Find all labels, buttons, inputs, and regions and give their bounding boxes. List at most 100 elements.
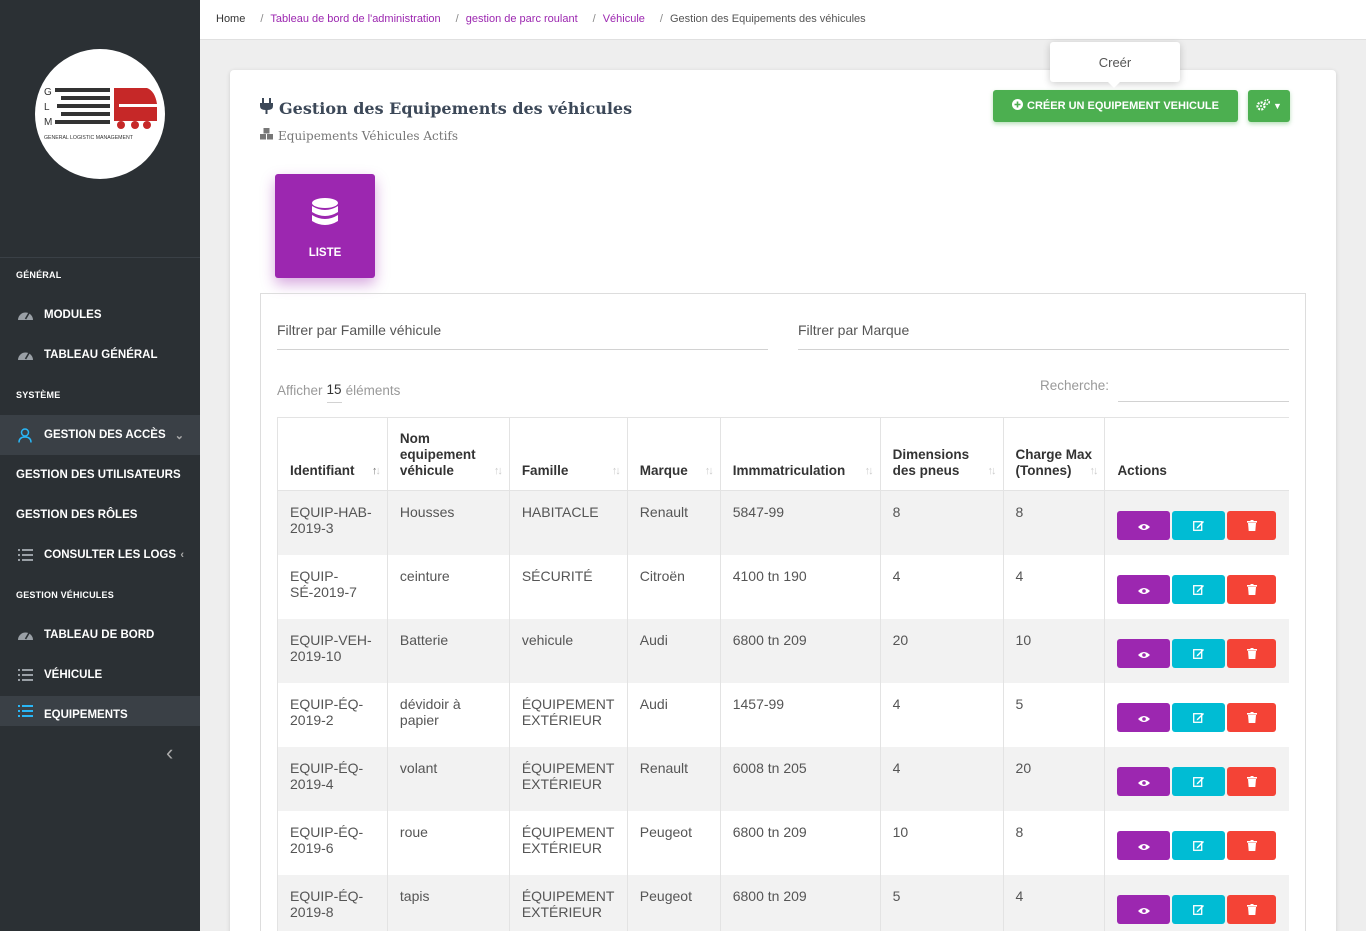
edit-icon	[1193, 518, 1205, 534]
delete-button[interactable]	[1227, 895, 1277, 924]
table-body: EQUIP-HAB-2019-3 Housses HABITACLE Renault 5…	[277, 490, 1289, 931]
cell-famille: ÉQUIPEMENT EXTÉRIEUR	[508, 874, 628, 931]
sidebar-item-label: EQUIPEMENTS	[44, 709, 128, 721]
edit-button[interactable]	[1172, 511, 1226, 541]
sidebar-section-systeme: SYSTÈME	[16, 390, 61, 400]
sidebar-item-vehicule[interactable]: VÉHICULE	[0, 655, 200, 695]
cell-identifiant: EQUIP-ÉQ-2019-6	[277, 810, 388, 875]
column-header-label: Dimensions des pneus	[892, 447, 970, 478]
delete-button[interactable]	[1227, 575, 1277, 604]
column-header-immatriculation[interactable]: Immmatriculation ↑↓	[719, 417, 881, 491]
view-button[interactable]	[1117, 575, 1171, 604]
sidebar-item-tableau-de-bord[interactable]: TABLEAU DE BORD	[0, 615, 200, 655]
column-header-charge[interactable]: Charge Max (Tonnes) ↑↓	[1002, 417, 1105, 491]
show-prefix: Afficher	[277, 382, 323, 398]
filter-marque-select[interactable]: Filtrer par Marque	[798, 322, 1289, 350]
sidebar-item-consulter-logs[interactable]: CONSULTER LES LOGS ‹	[0, 535, 200, 575]
cell-charge: 8	[1002, 490, 1105, 555]
list-icon	[16, 702, 34, 720]
cell-charge: 20	[1002, 746, 1105, 811]
sort-icon: ↑↓	[987, 465, 997, 477]
page-title: Gestion des Equipements des véhicules	[260, 98, 632, 118]
edit-icon	[1193, 582, 1205, 598]
sidebar-item-tableau-general[interactable]: TABLEAU GÉNÉRAL	[0, 335, 200, 375]
database-icon	[311, 198, 339, 235]
breadcrumb-vehicule[interactable]: Véhicule	[603, 13, 645, 25]
breadcrumb-parc[interactable]: gestion de parc roulant	[466, 13, 578, 25]
edit-button[interactable]	[1172, 575, 1226, 604]
edit-icon	[1193, 646, 1205, 662]
filter-famille-select[interactable]: Filtrer par Famille véhicule	[277, 322, 768, 350]
sidebar-item-label: MODULES	[44, 309, 102, 321]
company-logo[interactable]: G L M GENERAL LOGISTIC MANAGEMENT	[35, 49, 165, 179]
view-button[interactable]	[1117, 895, 1171, 924]
edit-button[interactable]	[1172, 895, 1226, 924]
breadcrumb-separator: /	[659, 13, 663, 25]
view-button[interactable]	[1117, 767, 1171, 796]
cell-dimensions: 20	[879, 618, 1004, 683]
breadcrumb-current: Gestion des Equipements des véhicules	[669, 13, 866, 25]
sidebar-item-gestion-utilisateurs[interactable]: GESTION DES UTILISATEURS	[0, 455, 200, 495]
delete-button[interactable]	[1227, 703, 1277, 732]
cell-charge: 8	[1002, 810, 1105, 875]
sidebar-item-gestion-roles[interactable]: GESTION DES RÔLES	[0, 495, 200, 535]
sidebar-item-label: CONSULTER LES LOGS	[44, 549, 177, 561]
dashboard-icon	[16, 626, 34, 644]
view-button[interactable]	[1117, 831, 1171, 860]
sidebar-item-gestion-acces[interactable]: GESTION DES ACCÈS ⌄	[0, 415, 200, 455]
sidebar-item-modules[interactable]: MODULES	[0, 295, 200, 335]
edit-button[interactable]	[1172, 703, 1226, 732]
page-length-select[interactable]: 15	[326, 382, 342, 403]
column-header-famille[interactable]: Famille ↑↓	[508, 417, 628, 491]
edit-button[interactable]	[1172, 767, 1226, 796]
search-label: Recherche:	[1040, 378, 1110, 393]
trash-icon	[1246, 710, 1257, 726]
edit-button[interactable]	[1172, 831, 1226, 860]
cell-actions	[1104, 874, 1289, 931]
view-button[interactable]	[1117, 703, 1171, 732]
edit-icon	[1193, 774, 1205, 790]
column-header-marque[interactable]: Marque ↑↓	[626, 417, 721, 491]
sort-icon: ↑↓	[611, 465, 621, 477]
eye-icon	[1137, 646, 1150, 662]
logo-letter-m: M	[44, 117, 52, 128]
settings-dropdown-button[interactable]: ▼	[1248, 90, 1290, 122]
tab-liste[interactable]: LISTE	[275, 174, 375, 278]
delete-button[interactable]	[1227, 639, 1277, 668]
sidebar-item-equipements[interactable]: EQUIPEMENTS	[0, 696, 200, 726]
cell-nom: tapis	[386, 874, 510, 931]
logo-letter-g: G	[44, 87, 52, 98]
eye-icon	[1137, 774, 1150, 790]
eye-icon	[1137, 582, 1150, 598]
delete-button[interactable]	[1227, 767, 1277, 796]
table-row: EQUIP-ÉQ-2019-2 dévidoir à papier ÉQUIPEME…	[277, 682, 1289, 747]
view-button[interactable]	[1117, 639, 1171, 668]
search-input[interactable]	[1118, 370, 1289, 402]
delete-button[interactable]	[1227, 831, 1277, 860]
delete-button[interactable]	[1227, 511, 1277, 541]
cell-nom: Batterie	[386, 618, 510, 683]
caret-down-icon: ▼	[1273, 101, 1282, 111]
collapse-sidebar-icon[interactable]: ‹	[166, 740, 173, 766]
breadcrumb-separator: /	[260, 13, 264, 25]
logo-tagline: GENERAL LOGISTIC MANAGEMENT	[44, 135, 134, 141]
table-row: EQUIP-ÉQ-2019-8 tapis ÉQUIPEMENT EXTÉRIEUR…	[277, 874, 1289, 931]
cell-dimensions: 5	[879, 874, 1004, 931]
view-button[interactable]	[1117, 511, 1171, 541]
dashboard-icon	[16, 346, 34, 364]
cell-immatriculation: 1457-99	[719, 682, 881, 747]
cell-actions	[1104, 682, 1289, 747]
column-header-nom[interactable]: Nom equipement véhicule ↑↓	[386, 417, 510, 491]
edit-button[interactable]	[1172, 639, 1226, 668]
sort-asc-icon: ↑↓	[371, 465, 381, 477]
cell-charge: 4	[1002, 874, 1105, 931]
eye-icon	[1137, 902, 1150, 918]
row-actions	[1117, 767, 1277, 796]
breadcrumb-admin[interactable]: Tableau de bord de l'administration	[270, 13, 440, 25]
column-header-label: Immmatriculation	[732, 463, 846, 478]
column-header-identifiant[interactable]: Identifiant ↑↓	[277, 417, 388, 491]
breadcrumb-home[interactable]: Home	[216, 13, 245, 25]
column-header-dimensions[interactable]: Dimensions des pneus ↑↓	[879, 417, 1004, 491]
cell-famille: vehicule	[508, 618, 628, 683]
create-equipment-button[interactable]: CRÉER UN EQUIPEMENT VEHICULE	[993, 90, 1238, 122]
